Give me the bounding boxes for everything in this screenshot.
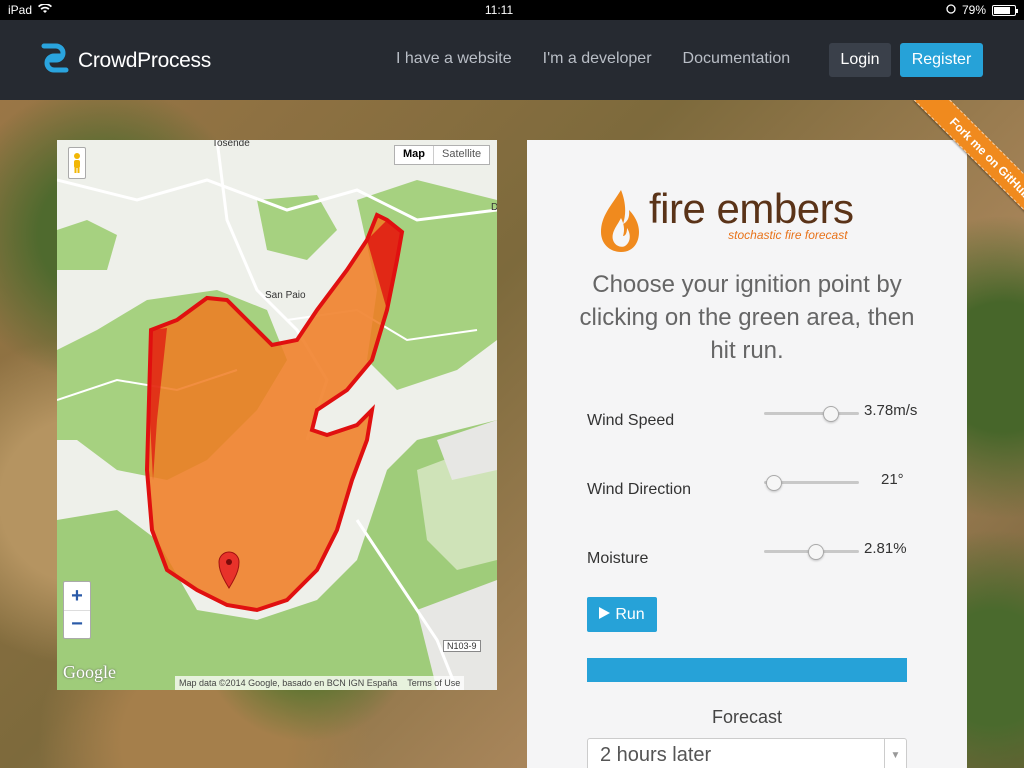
wind-speed-slider[interactable]: [764, 403, 859, 423]
wind-direction-slider[interactable]: [764, 472, 859, 492]
instructions-text: Choose your ignition point by clicking o…: [579, 271, 915, 364]
brand-name: CrowdProcess: [78, 48, 211, 72]
road-sign: N103-9: [443, 640, 481, 652]
map-data-credit: Map data ©2014 Google, basado en BCN IGN…: [179, 678, 398, 688]
progress-bar: [587, 658, 907, 682]
zoom-out-button[interactable]: −: [64, 610, 90, 638]
login-button[interactable]: Login: [829, 43, 891, 77]
wind-speed-label: Wind Speed: [587, 412, 675, 429]
moisture-value: 2.81%: [864, 540, 907, 557]
wind-direction-value: 21°: [881, 471, 904, 488]
app-title: fire embers: [649, 185, 854, 232]
github-ribbon-container: Fork me on GitHub: [890, 100, 1024, 234]
brand-logo[interactable]: CrowdProcess: [40, 42, 211, 79]
top-navbar: CrowdProcess I have a website I'm a deve…: [0, 20, 1024, 100]
wind-direction-slider-thumb[interactable]: [765, 475, 782, 491]
zoom-control: + −: [63, 581, 91, 639]
crowdprocess-icon: [40, 42, 70, 79]
map-canvas[interactable]: [57, 140, 497, 690]
forecast-select-value: 2 hours later: [600, 744, 712, 766]
nav-link-website[interactable]: I have a website: [396, 50, 512, 68]
wind-direction-label: Wind Direction: [587, 481, 692, 498]
moisture-slider-thumb[interactable]: [808, 544, 825, 560]
run-button[interactable]: Run: [587, 597, 657, 632]
moisture-label: Moisture: [587, 550, 649, 567]
flame-icon: [597, 188, 643, 259]
street-view-pegman-icon[interactable]: [68, 147, 86, 179]
play-icon: [599, 606, 611, 624]
zoom-in-button[interactable]: +: [64, 582, 90, 610]
place-label-tosende: Tosende: [212, 140, 250, 149]
control-panel: fire embers stochastic fire forecast Cho…: [527, 140, 967, 768]
forecast-select[interactable]: 2 hours later ▼: [587, 738, 907, 768]
wind-speed-slider-thumb[interactable]: [822, 406, 839, 422]
chevron-down-icon: ▼: [884, 739, 906, 768]
wind-speed-value: 3.78m/s: [864, 402, 918, 419]
map-attribution: Map data ©2014 Google, basado en BCN IGN…: [175, 676, 465, 690]
battery-icon: [992, 4, 1018, 16]
forecast-label: Forecast: [711, 707, 783, 727]
map-view[interactable]: Tosende San Paio D N103-9 Map Satellite …: [57, 140, 497, 690]
google-logo: Google: [63, 662, 116, 682]
nav-links: I have a website I'm a developer Documen…: [396, 50, 790, 68]
app-logo: fire embers stochastic fire forecast: [597, 188, 854, 259]
progress-bar-fill: [587, 658, 907, 682]
place-label-san-paio: San Paio: [265, 290, 306, 301]
status-bar: iPad 11:11 79%: [0, 0, 1024, 20]
moisture-slider[interactable]: [764, 541, 859, 561]
fork-on-github-ribbon[interactable]: Fork me on GitHub: [913, 100, 1024, 234]
register-button[interactable]: Register: [900, 43, 983, 77]
clock: 11:11: [484, 3, 514, 17]
place-label-edge: D: [491, 202, 497, 213]
nav-link-developer[interactable]: I'm a developer: [543, 50, 652, 68]
battery-percent: 79%: [961, 3, 986, 17]
terms-of-use-link[interactable]: Terms of Use: [407, 678, 460, 688]
wifi-icon: [38, 3, 53, 17]
device-name: iPad: [8, 3, 33, 17]
nav-link-documentation[interactable]: Documentation: [683, 50, 791, 68]
run-button-label: Run: [615, 605, 645, 623]
map-type-map[interactable]: Map: [395, 146, 434, 164]
map-type-satellite[interactable]: Satellite: [434, 146, 489, 164]
rotation-lock-icon: [946, 3, 956, 17]
map-type-control: Map Satellite: [394, 145, 491, 165]
